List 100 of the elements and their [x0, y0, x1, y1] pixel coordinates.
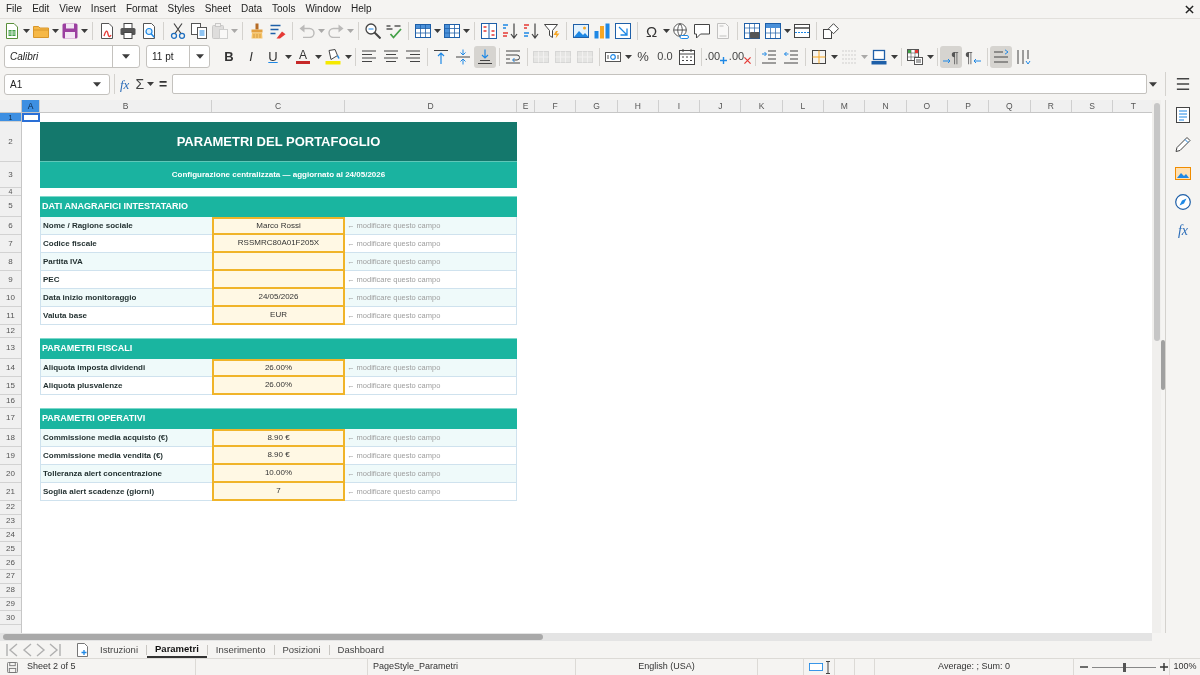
row-header[interactable]: 13: [0, 338, 21, 359]
table-icon[interactable]: [907, 48, 923, 65]
row-header[interactable]: 16: [0, 395, 21, 408]
eraser-icon[interactable]: [269, 23, 286, 39]
column-header[interactable]: N: [865, 100, 907, 112]
column-header[interactable]: H: [617, 100, 659, 112]
row-header[interactable]: 15: [0, 377, 21, 395]
paint-bucket-icon[interactable]: [325, 48, 341, 65]
input-cell[interactable]: 26.00%: [212, 377, 345, 395]
copy-icon[interactable]: [190, 23, 207, 39]
column-header[interactable]: B: [40, 100, 212, 112]
sort-icon[interactable]: [480, 23, 497, 39]
border-color-icon[interactable]: [871, 48, 887, 65]
row-header[interactable]: 12: [0, 325, 21, 338]
speech-bubble-icon[interactable]: [693, 23, 710, 39]
row-header[interactable]: 21: [0, 483, 21, 501]
input-cell[interactable]: 26.00%: [212, 359, 345, 377]
font-name-box[interactable]: Calibri: [4, 45, 140, 68]
align-bottom-button[interactable]: [474, 45, 496, 68]
row-header[interactable]: 10: [0, 289, 21, 307]
menu-item[interactable]: Tools: [272, 4, 296, 14]
column-header[interactable]: J: [700, 100, 742, 112]
name-box[interactable]: A1: [4, 73, 110, 95]
percent-button[interactable]: %: [637, 50, 649, 63]
pdf-document-icon[interactable]: [98, 23, 115, 39]
left-to-right-button[interactable]: ¶: [940, 45, 962, 68]
close-icon[interactable]: [1185, 4, 1194, 14]
menu-icon[interactable]: [1176, 77, 1190, 91]
delete-decimal-button[interactable]: .00: [728, 45, 752, 68]
menu-item[interactable]: Edit: [32, 4, 50, 14]
caret-icon[interactable]: [22, 29, 30, 33]
plus-icon[interactable]: [1160, 663, 1168, 671]
font-size-box[interactable]: 11 pt: [146, 45, 210, 68]
globe-link-icon[interactable]: [672, 23, 689, 39]
add-decimal-button[interactable]: .00: [704, 45, 728, 68]
column-header[interactable]: F: [535, 100, 577, 112]
row-header[interactable]: 14: [0, 359, 21, 377]
search-icon[interactable]: [364, 23, 381, 39]
font-color-button[interactable]: A: [296, 49, 310, 64]
input-cell[interactable]: 24/05/2026: [212, 289, 345, 307]
text-cursor-icon[interactable]: [825, 660, 830, 674]
row-header[interactable]: 5: [0, 196, 21, 217]
split-window-icon[interactable]: [793, 23, 810, 39]
row-header[interactable]: 27: [0, 570, 21, 584]
table-columns-icon[interactable]: [443, 23, 460, 39]
table-rows-icon[interactable]: [414, 23, 431, 39]
row-header[interactable]: 23: [0, 514, 21, 529]
menu-item[interactable]: Insert: [90, 4, 116, 14]
input-cell[interactable]: RSSMRC80A01F205X: [212, 235, 345, 253]
column-header[interactable]: Q: [989, 100, 1031, 112]
table-header-icon[interactable]: [764, 23, 781, 39]
align-right-icon[interactable]: [405, 48, 421, 65]
caret-icon[interactable]: [433, 29, 441, 33]
row-header[interactable]: 9: [0, 271, 21, 289]
input-cell[interactable]: [212, 271, 345, 289]
column-header[interactable]: R: [1030, 100, 1072, 112]
horizontal-text-button[interactable]: [990, 45, 1012, 68]
sheet-tab[interactable]: Inserimento: [207, 641, 274, 658]
row-header[interactable]: 29: [0, 597, 21, 612]
caret-icon[interactable]: [93, 81, 101, 87]
menu-item[interactable]: Styles: [167, 4, 195, 14]
input-cell[interactable]: 8.90 €: [212, 447, 345, 465]
formula-button[interactable]: =: [159, 77, 168, 91]
column-header[interactable]: O: [906, 100, 948, 112]
function-wizard-button[interactable]: fx: [119, 77, 131, 91]
minus-icon[interactable]: [1080, 663, 1088, 671]
row-header[interactable]: 20: [0, 465, 21, 483]
row-header[interactable]: 6: [0, 217, 21, 235]
column-header[interactable]: K: [741, 100, 783, 112]
scrollbar-thumb[interactable]: [1153, 103, 1160, 341]
menu-item[interactable]: View: [59, 4, 81, 14]
menu-item[interactable]: Sheet: [204, 4, 231, 14]
caret-icon[interactable]: [80, 29, 88, 33]
row-header[interactable]: 28: [0, 583, 21, 598]
column-header[interactable]: A: [22, 100, 40, 112]
column-header[interactable]: I: [658, 100, 701, 112]
column-header[interactable]: C: [212, 100, 345, 112]
table-icon[interactable]: [743, 23, 760, 39]
row-header[interactable]: 26: [0, 556, 21, 570]
underline-button[interactable]: U: [268, 50, 278, 63]
sheet-tab[interactable]: Dashboard: [329, 641, 392, 658]
column-header[interactable]: D: [345, 100, 517, 112]
vertical-scrollbar[interactable]: [1152, 100, 1161, 633]
align-center-icon[interactable]: [383, 48, 399, 65]
sheet-tab[interactable]: Istruzioni: [92, 641, 146, 658]
caret-icon[interactable]: [830, 54, 838, 59]
sort-descending-icon[interactable]: [522, 23, 539, 39]
caret-icon[interactable]: [314, 54, 322, 59]
column-header[interactable]: M: [824, 100, 866, 112]
compass-icon[interactable]: [1175, 194, 1191, 210]
slider-thumb[interactable]: [1122, 662, 1126, 672]
caret-icon[interactable]: [783, 29, 791, 33]
caret-icon[interactable]: [344, 54, 352, 59]
column-header[interactable]: G: [576, 100, 618, 112]
caret-icon[interactable]: [122, 54, 130, 59]
column-header[interactable]: P: [947, 100, 990, 112]
image-icon[interactable]: [1175, 165, 1191, 181]
document-lines-icon[interactable]: [1175, 107, 1191, 123]
input-cell[interactable]: 10.00%: [212, 465, 345, 483]
formula-input[interactable]: [172, 74, 1147, 94]
